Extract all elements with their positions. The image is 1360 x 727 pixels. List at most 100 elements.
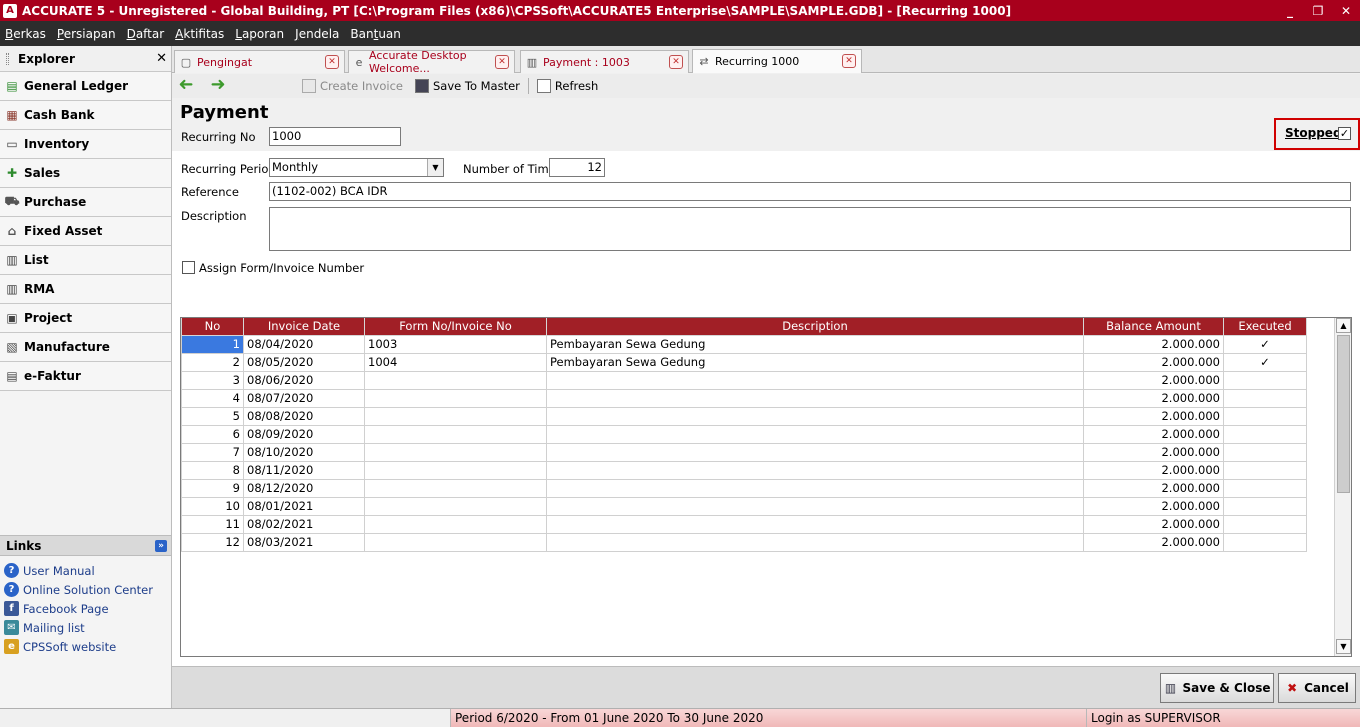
balance-amount-cell[interactable]: 2.000.000	[1083, 496, 1224, 516]
save-to-master-button[interactable]: Save To Master	[409, 76, 526, 96]
executed-check-cell[interactable]	[1223, 532, 1307, 552]
links-header[interactable]: Links »	[0, 535, 171, 556]
tab-close-icon[interactable]: ✕	[325, 55, 339, 69]
sidebar-item-list[interactable]: ▥ List	[0, 246, 171, 275]
invoice-date-cell[interactable]: 08/05/2020	[243, 352, 365, 372]
tab-pengingat[interactable]: ▢ Pengingat ✕	[174, 50, 345, 73]
column-header-invoice-date[interactable]: Invoice Date	[243, 318, 365, 336]
description-cell[interactable]	[546, 442, 1084, 462]
description-cell[interactable]	[546, 424, 1084, 444]
create-invoice-button[interactable]: Create Invoice	[296, 76, 409, 96]
tab-accurate-desktop-welcome[interactable]: e Accurate Desktop Welcome... ✕	[348, 49, 515, 75]
table-row[interactable]: 9 08/12/2020 2.000.000	[181, 478, 1307, 498]
balance-amount-cell[interactable]: 2.000.000	[1083, 532, 1224, 552]
number-of-times-field[interactable]: 12	[549, 158, 605, 177]
sidebar-item-e-faktur[interactable]: ▤ e-Faktur	[0, 362, 171, 391]
menu-item-daftar[interactable]: Daftar	[122, 27, 171, 41]
executed-check-cell[interactable]	[1223, 478, 1307, 498]
balance-amount-cell[interactable]: 2.000.000	[1083, 370, 1224, 390]
stopped-checkbox[interactable]: ✓	[1338, 127, 1351, 140]
balance-amount-cell[interactable]: 2.000.000	[1083, 352, 1224, 372]
scroll-down-icon[interactable]: ▼	[1336, 639, 1351, 654]
table-row[interactable]: 8 08/11/2020 2.000.000	[181, 460, 1307, 480]
executed-check-cell[interactable]: ✓	[1223, 334, 1307, 354]
invoice-date-cell[interactable]: 08/06/2020	[243, 370, 365, 390]
tab-close-icon[interactable]: ✕	[842, 54, 856, 68]
menu-item-jendela[interactable]: Jendela	[290, 27, 345, 41]
tab-recurring-1000[interactable]: ⇄ Recurring 1000 ✕	[692, 49, 862, 73]
menu-item-laporan[interactable]: Laporan	[230, 27, 290, 41]
link-facebook-page[interactable]: f Facebook Page	[0, 599, 171, 618]
balance-amount-cell[interactable]: 2.000.000	[1083, 442, 1224, 462]
column-header-no[interactable]: No	[181, 318, 244, 336]
sidebar-item-inventory[interactable]: ▭ Inventory	[0, 130, 171, 159]
sidebar-item-purchase[interactable]: ⛟ Purchase	[0, 188, 171, 217]
invoice-date-cell[interactable]: 08/01/2021	[243, 496, 365, 516]
scroll-thumb[interactable]	[1337, 335, 1350, 493]
balance-amount-cell[interactable]: 2.000.000	[1083, 424, 1224, 444]
description-cell[interactable]	[546, 388, 1084, 408]
balance-amount-cell[interactable]: 2.000.000	[1083, 478, 1224, 498]
row-number-cell[interactable]: 10	[181, 496, 244, 516]
executed-check-cell[interactable]	[1223, 424, 1307, 444]
row-number-cell[interactable]: 11	[181, 514, 244, 534]
table-row[interactable]: 7 08/10/2020 2.000.000	[181, 442, 1307, 462]
form-number-cell[interactable]: 1004	[364, 352, 547, 372]
sidebar-item-project[interactable]: ▣ Project	[0, 304, 171, 333]
row-number-cell[interactable]: 12	[181, 532, 244, 552]
menu-item-berkas[interactable]: Berkas	[0, 27, 52, 41]
table-row[interactable]: 4 08/07/2020 2.000.000	[181, 388, 1307, 408]
link-cpssoft-website[interactable]: e CPSSoft website	[0, 637, 171, 656]
description-field[interactable]	[269, 207, 1351, 251]
executed-check-cell[interactable]	[1223, 406, 1307, 426]
tab-close-icon[interactable]: ✕	[495, 55, 509, 69]
executed-check-cell[interactable]	[1223, 388, 1307, 408]
balance-amount-cell[interactable]: 2.000.000	[1083, 514, 1224, 534]
invoice-date-cell[interactable]: 08/02/2021	[243, 514, 365, 534]
vertical-scrollbar[interactable]: ▲ ▼	[1334, 318, 1351, 656]
menu-item-persiapan[interactable]: Persiapan	[52, 27, 122, 41]
form-number-cell[interactable]	[364, 460, 547, 480]
column-header-executed[interactable]: Executed	[1223, 318, 1307, 336]
form-number-cell[interactable]	[364, 496, 547, 516]
row-number-cell[interactable]: 8	[181, 460, 244, 480]
form-number-cell[interactable]	[364, 532, 547, 552]
executed-check-cell[interactable]	[1223, 496, 1307, 516]
close-icon[interactable]: ✕	[1338, 4, 1354, 18]
balance-amount-cell[interactable]: 2.000.000	[1083, 388, 1224, 408]
invoice-date-cell[interactable]: 08/11/2020	[243, 460, 365, 480]
invoice-date-cell[interactable]: 08/07/2020	[243, 388, 365, 408]
table-row[interactable]: 11 08/02/2021 2.000.000	[181, 514, 1307, 534]
sidebar-item-rma[interactable]: ▥ RMA	[0, 275, 171, 304]
table-row[interactable]: 12 08/03/2021 2.000.000	[181, 532, 1307, 552]
save-close-button[interactable]: ▥ Save & Close	[1160, 673, 1274, 703]
collapse-icon[interactable]: »	[155, 539, 167, 552]
description-cell[interactable]	[546, 478, 1084, 498]
invoice-date-cell[interactable]: 08/08/2020	[243, 406, 365, 426]
explorer-close-icon[interactable]: ✕	[156, 51, 167, 66]
refresh-button[interactable]: Refresh	[531, 76, 604, 96]
invoice-date-cell[interactable]: 08/12/2020	[243, 478, 365, 498]
description-cell[interactable]	[546, 370, 1084, 390]
table-row[interactable]: 1 08/04/2020 1003 Pembayaran Sewa Gedung 2.0…	[181, 334, 1307, 354]
form-number-cell[interactable]	[364, 388, 547, 408]
table-row[interactable]: 10 08/01/2021 2.000.000	[181, 496, 1307, 516]
assign-number-checkbox[interactable]	[182, 261, 195, 274]
chevron-down-icon[interactable]: ▼	[427, 159, 443, 176]
back-arrow-icon[interactable]: ➜	[176, 74, 196, 95]
row-number-cell[interactable]: 4	[181, 388, 244, 408]
invoice-date-cell[interactable]: 08/03/2021	[243, 532, 365, 552]
tab-payment-1003[interactable]: ▥ Payment : 1003 ✕	[520, 50, 689, 73]
form-number-cell[interactable]: 1003	[364, 334, 547, 354]
sidebar-item-manufacture[interactable]: ▧ Manufacture	[0, 333, 171, 362]
column-header-balance-amount[interactable]: Balance Amount	[1083, 318, 1224, 336]
tab-close-icon[interactable]: ✕	[669, 55, 683, 69]
row-number-cell[interactable]: 5	[181, 406, 244, 426]
link-user-manual[interactable]: ? User Manual	[0, 561, 171, 580]
minimize-icon[interactable]: _	[1282, 4, 1298, 18]
executed-check-cell[interactable]	[1223, 514, 1307, 534]
balance-amount-cell[interactable]: 2.000.000	[1083, 334, 1224, 354]
balance-amount-cell[interactable]: 2.000.000	[1083, 460, 1224, 480]
menu-item-bantuan[interactable]: Bantuan	[345, 27, 407, 41]
invoice-date-cell[interactable]: 08/09/2020	[243, 424, 365, 444]
